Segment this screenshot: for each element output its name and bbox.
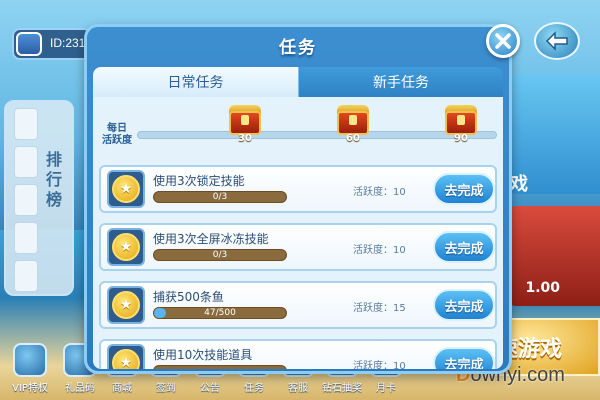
task-row: ★ 使用10次技能道具活跃度：10 去完成 <box>99 339 497 369</box>
player-id: ID:231 <box>50 36 86 50</box>
treasure-chest-icon[interactable]: 60 <box>333 103 373 144</box>
vip-icon <box>13 343 47 377</box>
chest-lock <box>241 115 249 125</box>
tab-newbie-tasks[interactable]: 新手任务 <box>298 67 503 97</box>
chest-threshold: 60 <box>346 133 360 144</box>
task-dialog: 任务 日常任务 新手任务 每日 活跃度 30 60 90 ★ 使用3次锁定技能 0/3 活… <box>84 24 512 374</box>
bottom-menu-label: 月卡 <box>376 383 396 394</box>
side-banner-text: 戏 <box>510 174 528 195</box>
chest-lock <box>349 115 357 125</box>
bottom-menu-label: 任务 <box>244 383 264 394</box>
reward-box: ★ <box>107 344 145 369</box>
task-content: 每日 活跃度 30 60 90 ★ 使用3次锁定技能 0/3 活跃度：10 去完成 ★ 使用3次… <box>93 97 503 369</box>
treasure-chest-icon[interactable]: 90 <box>441 103 481 144</box>
bottom-menu-label: 商城 <box>112 383 132 394</box>
task-progress-text: 0/3 <box>212 192 228 202</box>
chest-threshold: 90 <box>454 133 468 144</box>
coin-reward-icon: ★ <box>112 349 140 369</box>
task-progress-bar: 0/3 <box>153 191 287 203</box>
task-progress-bar <box>153 365 287 369</box>
rank-label[interactable]: 排行榜 <box>44 150 64 210</box>
bottom-menu-label: VIP特权 <box>12 383 48 394</box>
treasure-chest-icon[interactable]: 30 <box>225 103 265 144</box>
bottom-menu-label: 客服 <box>288 383 308 394</box>
reward-box: ★ <box>107 170 145 208</box>
close-icon <box>495 33 511 49</box>
task-row: ★ 使用3次全屏冰冻技能 0/3 活跃度：10 去完成 <box>99 223 497 271</box>
rank-avatar-slot <box>14 108 38 140</box>
rank-avatar-slot <box>14 184 38 216</box>
close-button[interactable] <box>486 24 520 58</box>
bottom-menu-label: 礼品码 <box>65 383 95 394</box>
task-activity-points: 活跃度：10 <box>353 245 406 256</box>
task-name: 使用3次锁定技能 <box>153 174 245 188</box>
rank-avatar-slot <box>14 222 38 254</box>
task-row: ★ 捕获500条鱼 47/500 活跃度：15 去完成 <box>99 281 497 329</box>
bottom-menu-label: 公告 <box>200 383 220 394</box>
task-activity-points: 活跃度：10 <box>353 187 406 198</box>
back-button[interactable] <box>534 22 580 60</box>
avatar-icon[interactable] <box>16 32 42 56</box>
task-progress-text: 0/3 <box>212 250 228 260</box>
task-activity-points: 活跃度：15 <box>353 303 406 314</box>
coin-reward-icon: ★ <box>112 291 140 319</box>
rank-avatar-slot <box>14 146 38 178</box>
task-name: 使用10次技能道具 <box>153 348 253 362</box>
reward-box: ★ <box>107 286 145 324</box>
coin-reward-icon: ★ <box>112 175 140 203</box>
tab-daily-tasks[interactable]: 日常任务 <box>93 67 298 97</box>
go-complete-button[interactable]: 去完成 <box>433 231 495 263</box>
bottom-menu-item[interactable]: VIP特权 <box>6 334 54 394</box>
bottom-menu-label: 签到 <box>156 383 176 394</box>
task-progress-bar: 0/3 <box>153 249 287 261</box>
bottom-menu-label: 钻石抽奖 <box>322 383 362 394</box>
task-name: 使用3次全屏冰冻技能 <box>153 232 269 246</box>
task-name: 捕获500条鱼 <box>153 290 224 304</box>
go-complete-button[interactable]: 去完成 <box>433 347 495 369</box>
go-complete-button[interactable]: 去完成 <box>433 173 495 205</box>
chest-lock <box>457 115 465 125</box>
offer-price: 1.00 <box>525 280 560 296</box>
go-complete-button[interactable]: 去完成 <box>433 289 495 321</box>
task-progress-text: 47/500 <box>204 308 236 318</box>
coin-reward-icon: ★ <box>112 233 140 261</box>
activity-progress: 每日 活跃度 30 60 90 <box>93 97 503 165</box>
task-activity-points: 活跃度：10 <box>353 361 406 369</box>
reward-box: ★ <box>107 228 145 266</box>
dialog-title: 任务 <box>279 38 317 58</box>
task-progress-bar: 47/500 <box>153 307 287 319</box>
rank-avatar-slot <box>14 260 38 292</box>
daily-activity-label: 每日 活跃度 <box>102 123 132 146</box>
back-arrow-icon <box>545 31 568 51</box>
task-row: ★ 使用3次锁定技能 0/3 活跃度：10 去完成 <box>99 165 497 213</box>
tab-bar: 日常任务 新手任务 <box>93 67 503 97</box>
chest-threshold: 30 <box>238 133 252 144</box>
